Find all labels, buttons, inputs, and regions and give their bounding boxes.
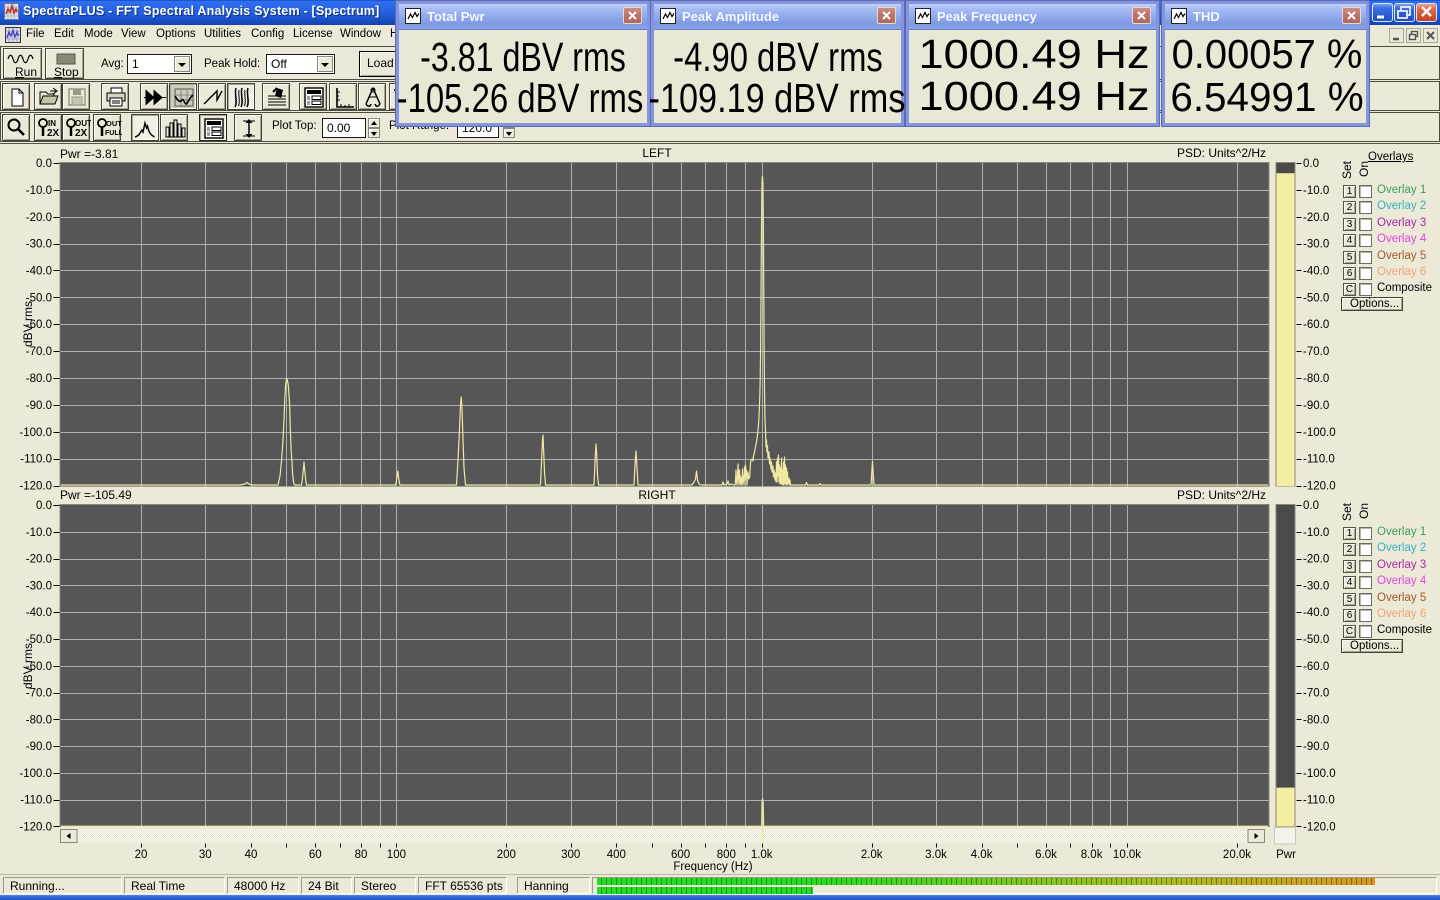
- svg-text:2X: 2X: [47, 128, 60, 139]
- svg-text:2.0k: 2.0k: [861, 849, 883, 861]
- svg-text:0.0: 0.0: [1303, 158, 1319, 170]
- svg-text:-50.0: -50.0: [1303, 634, 1329, 646]
- svg-text:-110.0: -110.0: [20, 454, 52, 466]
- svg-text:-80.0: -80.0: [26, 373, 52, 385]
- svg-text:-30.0: -30.0: [1303, 239, 1329, 251]
- svg-text:-20.0: -20.0: [1303, 212, 1329, 224]
- svg-text:-60.0: -60.0: [1303, 661, 1329, 673]
- svg-text:Stop: Stop: [54, 65, 79, 79]
- svg-text:-70.0: -70.0: [1303, 346, 1329, 358]
- svg-text:-110.0: -110.0: [20, 795, 52, 807]
- svg-text:-80.0: -80.0: [1303, 373, 1329, 385]
- svg-text:10.0k: 10.0k: [1113, 849, 1141, 861]
- svg-text:RIGHT: RIGHT: [638, 488, 676, 502]
- svg-text:-80.0: -80.0: [1303, 714, 1329, 726]
- svg-text:dBV rms: dBV rms: [21, 643, 35, 689]
- svg-text:400: 400: [607, 849, 626, 861]
- svg-text:-80.0: -80.0: [26, 714, 52, 726]
- svg-text:80: 80: [355, 849, 368, 861]
- svg-text:-110.0: -110.0: [1303, 795, 1335, 807]
- svg-text:OUT: OUT: [106, 119, 122, 128]
- svg-text:-90.0: -90.0: [1303, 741, 1329, 753]
- svg-text:-120.0: -120.0: [19, 481, 52, 493]
- svg-text:-40.0: -40.0: [26, 607, 52, 619]
- svg-text:800: 800: [717, 849, 736, 861]
- svg-text:-40.0: -40.0: [1303, 607, 1329, 619]
- svg-text:LEFT: LEFT: [642, 146, 672, 160]
- svg-text:IN: IN: [48, 119, 56, 128]
- svg-text:dBV rms: dBV rms: [21, 301, 35, 347]
- svg-text:-60.0: -60.0: [1303, 319, 1329, 331]
- svg-text:60: 60: [309, 849, 322, 861]
- svg-text:6.0k: 6.0k: [1035, 849, 1057, 861]
- svg-text:600: 600: [671, 849, 690, 861]
- svg-text:Pwr =-105.49: Pwr =-105.49: [60, 488, 132, 502]
- svg-text:-20.0: -20.0: [26, 212, 52, 224]
- svg-text:-100.0: -100.0: [19, 768, 52, 780]
- svg-text:40: 40: [245, 849, 258, 861]
- svg-text:Pwr: Pwr: [1276, 849, 1296, 861]
- svg-text:3.0k: 3.0k: [925, 849, 947, 861]
- svg-text:-120.0: -120.0: [1303, 822, 1336, 834]
- svg-text:200: 200: [497, 849, 516, 861]
- svg-text:Frequency (Hz): Frequency (Hz): [673, 861, 752, 873]
- svg-text:-110.0: -110.0: [1303, 454, 1335, 466]
- svg-text:-120.0: -120.0: [1303, 481, 1336, 493]
- svg-text:Pwr =-3.81: Pwr =-3.81: [60, 147, 119, 161]
- svg-text:-10.0: -10.0: [26, 185, 52, 197]
- svg-text:-100.0: -100.0: [1303, 768, 1336, 780]
- svg-text:300: 300: [561, 849, 580, 861]
- svg-text:PSD: Units^2/Hz: PSD: Units^2/Hz: [1177, 488, 1266, 502]
- svg-text:-50.0: -50.0: [1303, 292, 1329, 304]
- svg-text:1.0k: 1.0k: [751, 849, 773, 861]
- svg-text:Run: Run: [15, 65, 37, 79]
- svg-text:-90.0: -90.0: [26, 741, 52, 753]
- svg-text:-40.0: -40.0: [1303, 266, 1329, 278]
- svg-text:20.0k: 20.0k: [1223, 849, 1251, 861]
- svg-text:4.0k: 4.0k: [971, 849, 993, 861]
- svg-text:-10.0: -10.0: [1303, 185, 1329, 197]
- svg-text:-10.0: -10.0: [26, 527, 52, 539]
- svg-text:30: 30: [199, 849, 212, 861]
- svg-text:-70.0: -70.0: [1303, 688, 1329, 700]
- svg-text:-40.0: -40.0: [26, 266, 52, 278]
- svg-text:PSD: Units^2/Hz: PSD: Units^2/Hz: [1177, 146, 1266, 160]
- svg-text:0.0: 0.0: [36, 500, 52, 512]
- svg-text:-120.0: -120.0: [19, 822, 52, 834]
- svg-text:FULL: FULL: [105, 130, 122, 137]
- svg-text:2X: 2X: [75, 128, 88, 139]
- svg-text:-90.0: -90.0: [26, 400, 52, 412]
- svg-text:-30.0: -30.0: [1303, 580, 1329, 592]
- svg-text:-100.0: -100.0: [19, 427, 52, 439]
- svg-text:-100.0: -100.0: [1303, 427, 1336, 439]
- svg-text:100: 100: [387, 849, 406, 861]
- svg-text:-10.0: -10.0: [1303, 527, 1329, 539]
- svg-text:OUT: OUT: [75, 119, 91, 128]
- svg-text:0.0: 0.0: [36, 158, 52, 170]
- svg-text:20: 20: [135, 849, 148, 861]
- svg-text:-20.0: -20.0: [26, 554, 52, 566]
- svg-text:-30.0: -30.0: [26, 580, 52, 592]
- svg-text:-20.0: -20.0: [1303, 554, 1329, 566]
- svg-text:-30.0: -30.0: [26, 239, 52, 251]
- svg-text:0.0: 0.0: [1303, 500, 1319, 512]
- svg-text:-90.0: -90.0: [1303, 400, 1329, 412]
- svg-text:8.0k: 8.0k: [1081, 849, 1103, 861]
